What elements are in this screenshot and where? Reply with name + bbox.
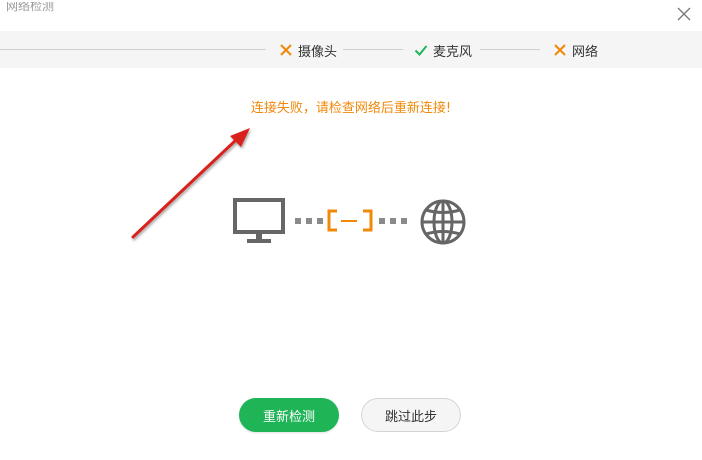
- step-label: 网络: [572, 44, 599, 60]
- broken-link-icon: [327, 209, 373, 232]
- step-label: 摄像头: [298, 44, 338, 60]
- network-diagram: [233, 197, 469, 249]
- step-microphone: 麦克风: [414, 41, 473, 60]
- close-button[interactable]: [676, 6, 692, 22]
- x-icon: [553, 43, 567, 57]
- check-icon: [414, 43, 428, 57]
- dotted-line: [379, 218, 407, 224]
- retry-button[interactable]: 重新检测: [239, 398, 339, 432]
- step-label: 麦克风: [433, 44, 473, 60]
- x-icon: [279, 43, 293, 57]
- steps-bar: 摄像头 麦克风 网络: [0, 31, 702, 68]
- error-message: 连接失败，请检查网络后重新连接!: [250, 101, 452, 116]
- monitor-icon: [233, 198, 285, 243]
- window-title: 网络检测: [6, 2, 55, 13]
- globe-icon: [420, 199, 466, 245]
- close-icon: [677, 7, 691, 21]
- dotted-line: [295, 218, 323, 224]
- step-divider: [343, 49, 403, 50]
- skip-button[interactable]: 跳过此步: [361, 398, 461, 432]
- step-divider: [0, 49, 266, 50]
- step-divider: [480, 49, 540, 50]
- step-network: 网络: [553, 41, 599, 60]
- step-camera: 摄像头: [279, 41, 338, 60]
